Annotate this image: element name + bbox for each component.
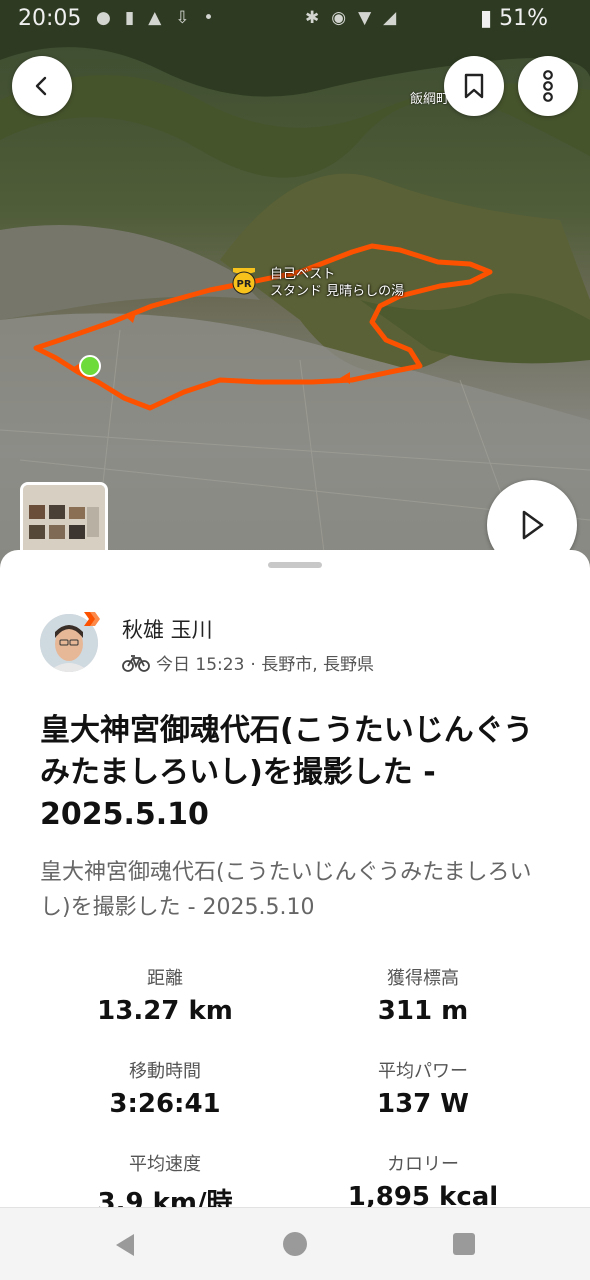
stat-avg-power: 平均パワー 137 W bbox=[298, 1057, 548, 1119]
stat-label: 移動時間 bbox=[129, 1061, 201, 1082]
location-icon: ◉ bbox=[331, 8, 359, 28]
stat-label: 獲得標高 bbox=[387, 968, 459, 989]
stat-value: 13.27 km bbox=[97, 996, 233, 1026]
battery-indicator: ▮ 51% bbox=[480, 6, 548, 31]
segment-label[interactable]: 自己ベスト スタンド 見晴らしの湯 bbox=[270, 266, 404, 300]
stat-value: 3:26:41 bbox=[109, 1089, 221, 1119]
stat-calories: カロリー 1,895 kcal bbox=[298, 1150, 548, 1212]
stat-value: 137 W bbox=[376, 1089, 469, 1119]
stat-distance: 距離 13.27 km bbox=[40, 964, 290, 1026]
activity-sheet[interactable]: 秋雄 玉川 今日 15:23 · 長野市, 長野県 皇大神宮御魂代石(こうたいじ… bbox=[0, 550, 590, 1218]
activity-time: 今日 15:23 bbox=[156, 655, 245, 675]
stat-label: カロリー bbox=[387, 1154, 459, 1175]
play-icon bbox=[522, 510, 544, 540]
alert-icon: ▲ bbox=[148, 8, 176, 28]
dot-icon: • bbox=[203, 8, 228, 28]
more-vertical-icon bbox=[543, 70, 553, 102]
subscriber-badge-icon bbox=[84, 612, 100, 626]
activity-description: 皇大神宮御魂代石(こうたいじんぐうみたましろいし)を撮影した - 2025.5.… bbox=[40, 860, 532, 920]
bluetooth-icon: ✱ bbox=[305, 8, 332, 28]
activity-title: 皇大神宮御魂代石(こうたいじんぐうみたましろいし)を撮影した - 2025.5.… bbox=[40, 713, 534, 832]
activity-location: · 長野市, 長野県 bbox=[250, 655, 375, 675]
bookmark-icon bbox=[464, 73, 484, 99]
stat-elevation-gain: 獲得標高 311 m bbox=[298, 964, 548, 1026]
status-bar: 20:05 ●▮▲⇩• ✱◉▼◢ ▮ 51% bbox=[0, 0, 590, 40]
status-time: 20:05 bbox=[18, 6, 82, 31]
sheet-drag-handle[interactable] bbox=[268, 562, 322, 568]
stat-label: 距離 bbox=[147, 968, 183, 989]
stat-label: 平均パワー bbox=[378, 1061, 468, 1082]
person-icon: ● bbox=[96, 8, 125, 28]
stat-moving-time: 移動時間 3:26:41 bbox=[40, 1057, 290, 1119]
signal-icon: ◢ bbox=[383, 8, 409, 28]
pr-badge-icon: PR bbox=[232, 268, 256, 295]
system-nav-bar bbox=[0, 1207, 590, 1280]
battery-level: 51% bbox=[499, 6, 549, 31]
notification-icon: ▮ bbox=[124, 8, 149, 28]
stat-value: 311 m bbox=[377, 996, 469, 1026]
battery-icon: ▮ bbox=[480, 6, 493, 31]
wifi-icon: ▼ bbox=[358, 8, 384, 28]
nav-recents-icon[interactable] bbox=[452, 1232, 476, 1256]
start-marker bbox=[79, 355, 101, 377]
segment-label-line1: 自己ベスト bbox=[270, 267, 336, 282]
place-label: 飯綱町 bbox=[410, 92, 450, 107]
nav-back-icon[interactable] bbox=[112, 1232, 138, 1258]
stat-label: 平均速度 bbox=[129, 1154, 201, 1175]
back-button[interactable] bbox=[12, 56, 72, 116]
status-left-icons: ●▮▲⇩• bbox=[96, 8, 228, 28]
bookmark-button[interactable] bbox=[444, 56, 504, 116]
chevron-left-icon bbox=[35, 76, 47, 96]
nav-home-icon[interactable] bbox=[282, 1231, 308, 1257]
status-right-icons: ✱◉▼◢ bbox=[305, 8, 408, 28]
download-icon: ⇩ bbox=[175, 8, 204, 28]
segment-label-line2: スタンド 見晴らしの湯 bbox=[270, 284, 405, 299]
svg-text:PR: PR bbox=[236, 279, 251, 290]
activity-meta: 今日 15:23 · 長野市, 長野県 bbox=[122, 650, 374, 675]
more-options-button[interactable] bbox=[518, 56, 578, 116]
bicycle-icon bbox=[122, 654, 150, 672]
athlete-name[interactable]: 秋雄 玉川 bbox=[122, 614, 213, 644]
